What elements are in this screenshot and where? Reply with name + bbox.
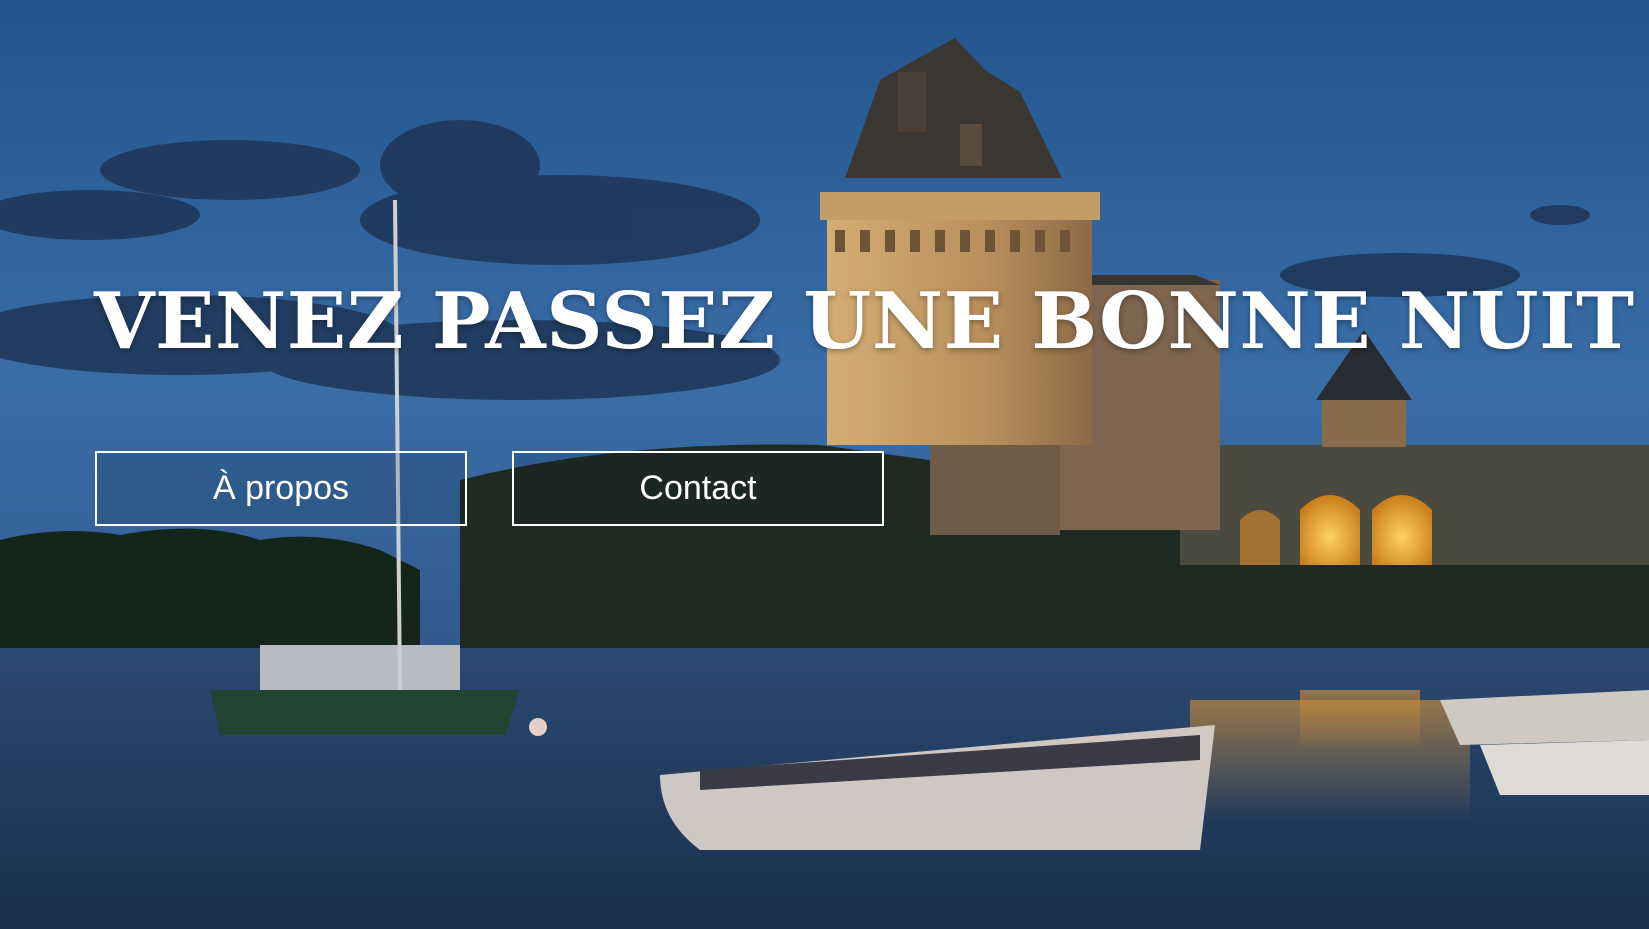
- contact-button[interactable]: Contact: [512, 451, 884, 526]
- about-button[interactable]: À propos: [95, 451, 467, 526]
- hero-title: VENEZ PASSEZ UNE BONNE NUIT: [94, 276, 1635, 367]
- hero-section: VENEZ PASSEZ UNE BONNE NUIT À propos Con…: [0, 0, 1649, 929]
